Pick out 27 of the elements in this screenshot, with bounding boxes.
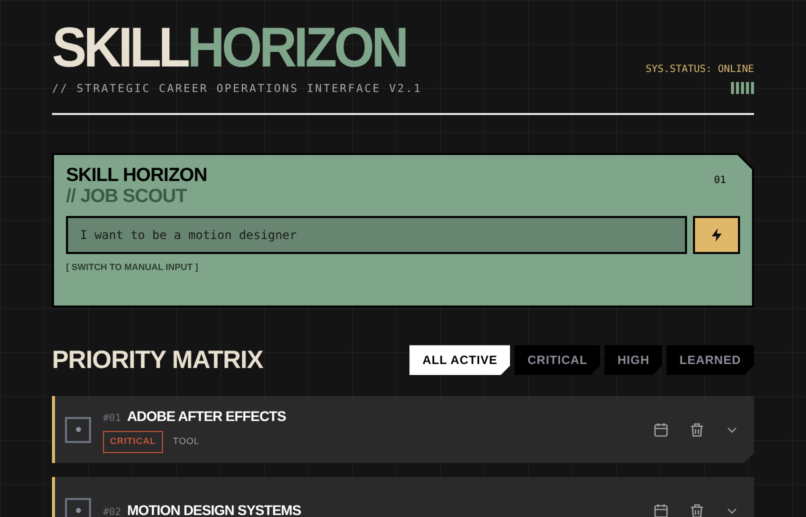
skill-name: MOTION DESIGN SYSTEMS xyxy=(127,501,301,517)
lightning-icon xyxy=(708,226,724,242)
manual-input-link[interactable]: [ SWITCH TO MANUAL INPUT ] xyxy=(66,260,198,274)
filter-tab[interactable]: CRITICAL xyxy=(514,345,600,376)
filter-tab[interactable]: ALL ACTIVE xyxy=(409,345,510,376)
card-title: SKILL HORIZON xyxy=(66,164,207,186)
calendar-icon[interactable] xyxy=(652,502,670,517)
filter-tab[interactable]: LEARNED xyxy=(666,345,754,376)
filter-tab[interactable]: HIGH xyxy=(604,345,662,376)
item-number: #02 xyxy=(103,506,122,517)
card-subtitle: // JOB SCOUT xyxy=(66,186,188,206)
type-label: TOOL xyxy=(173,435,200,448)
submit-button[interactable] xyxy=(693,216,740,254)
item-number: #01 xyxy=(103,412,122,426)
logo-text: HORIZON xyxy=(187,20,406,76)
skill-name: ADOBE AFTER EFFECTS xyxy=(127,407,286,426)
priority-tag: CRITICAL xyxy=(103,431,163,453)
status-text: SYS.STATUS: ONLINE xyxy=(646,63,754,77)
signal-bars-icon xyxy=(731,82,754,94)
subtitle: // STRATEGIC CAREER OPERATIONS INTERFACE V2.1 xyxy=(52,81,422,97)
section-title: PRIORITY MATRIX xyxy=(52,344,264,376)
trash-icon[interactable] xyxy=(688,420,706,438)
card-number: 01 xyxy=(714,174,726,188)
logo-text: SKILL xyxy=(52,20,188,76)
prompt-field[interactable]: I want to be a motion designer xyxy=(66,216,687,254)
calendar-icon[interactable] xyxy=(652,420,670,438)
trash-icon[interactable] xyxy=(688,502,706,517)
